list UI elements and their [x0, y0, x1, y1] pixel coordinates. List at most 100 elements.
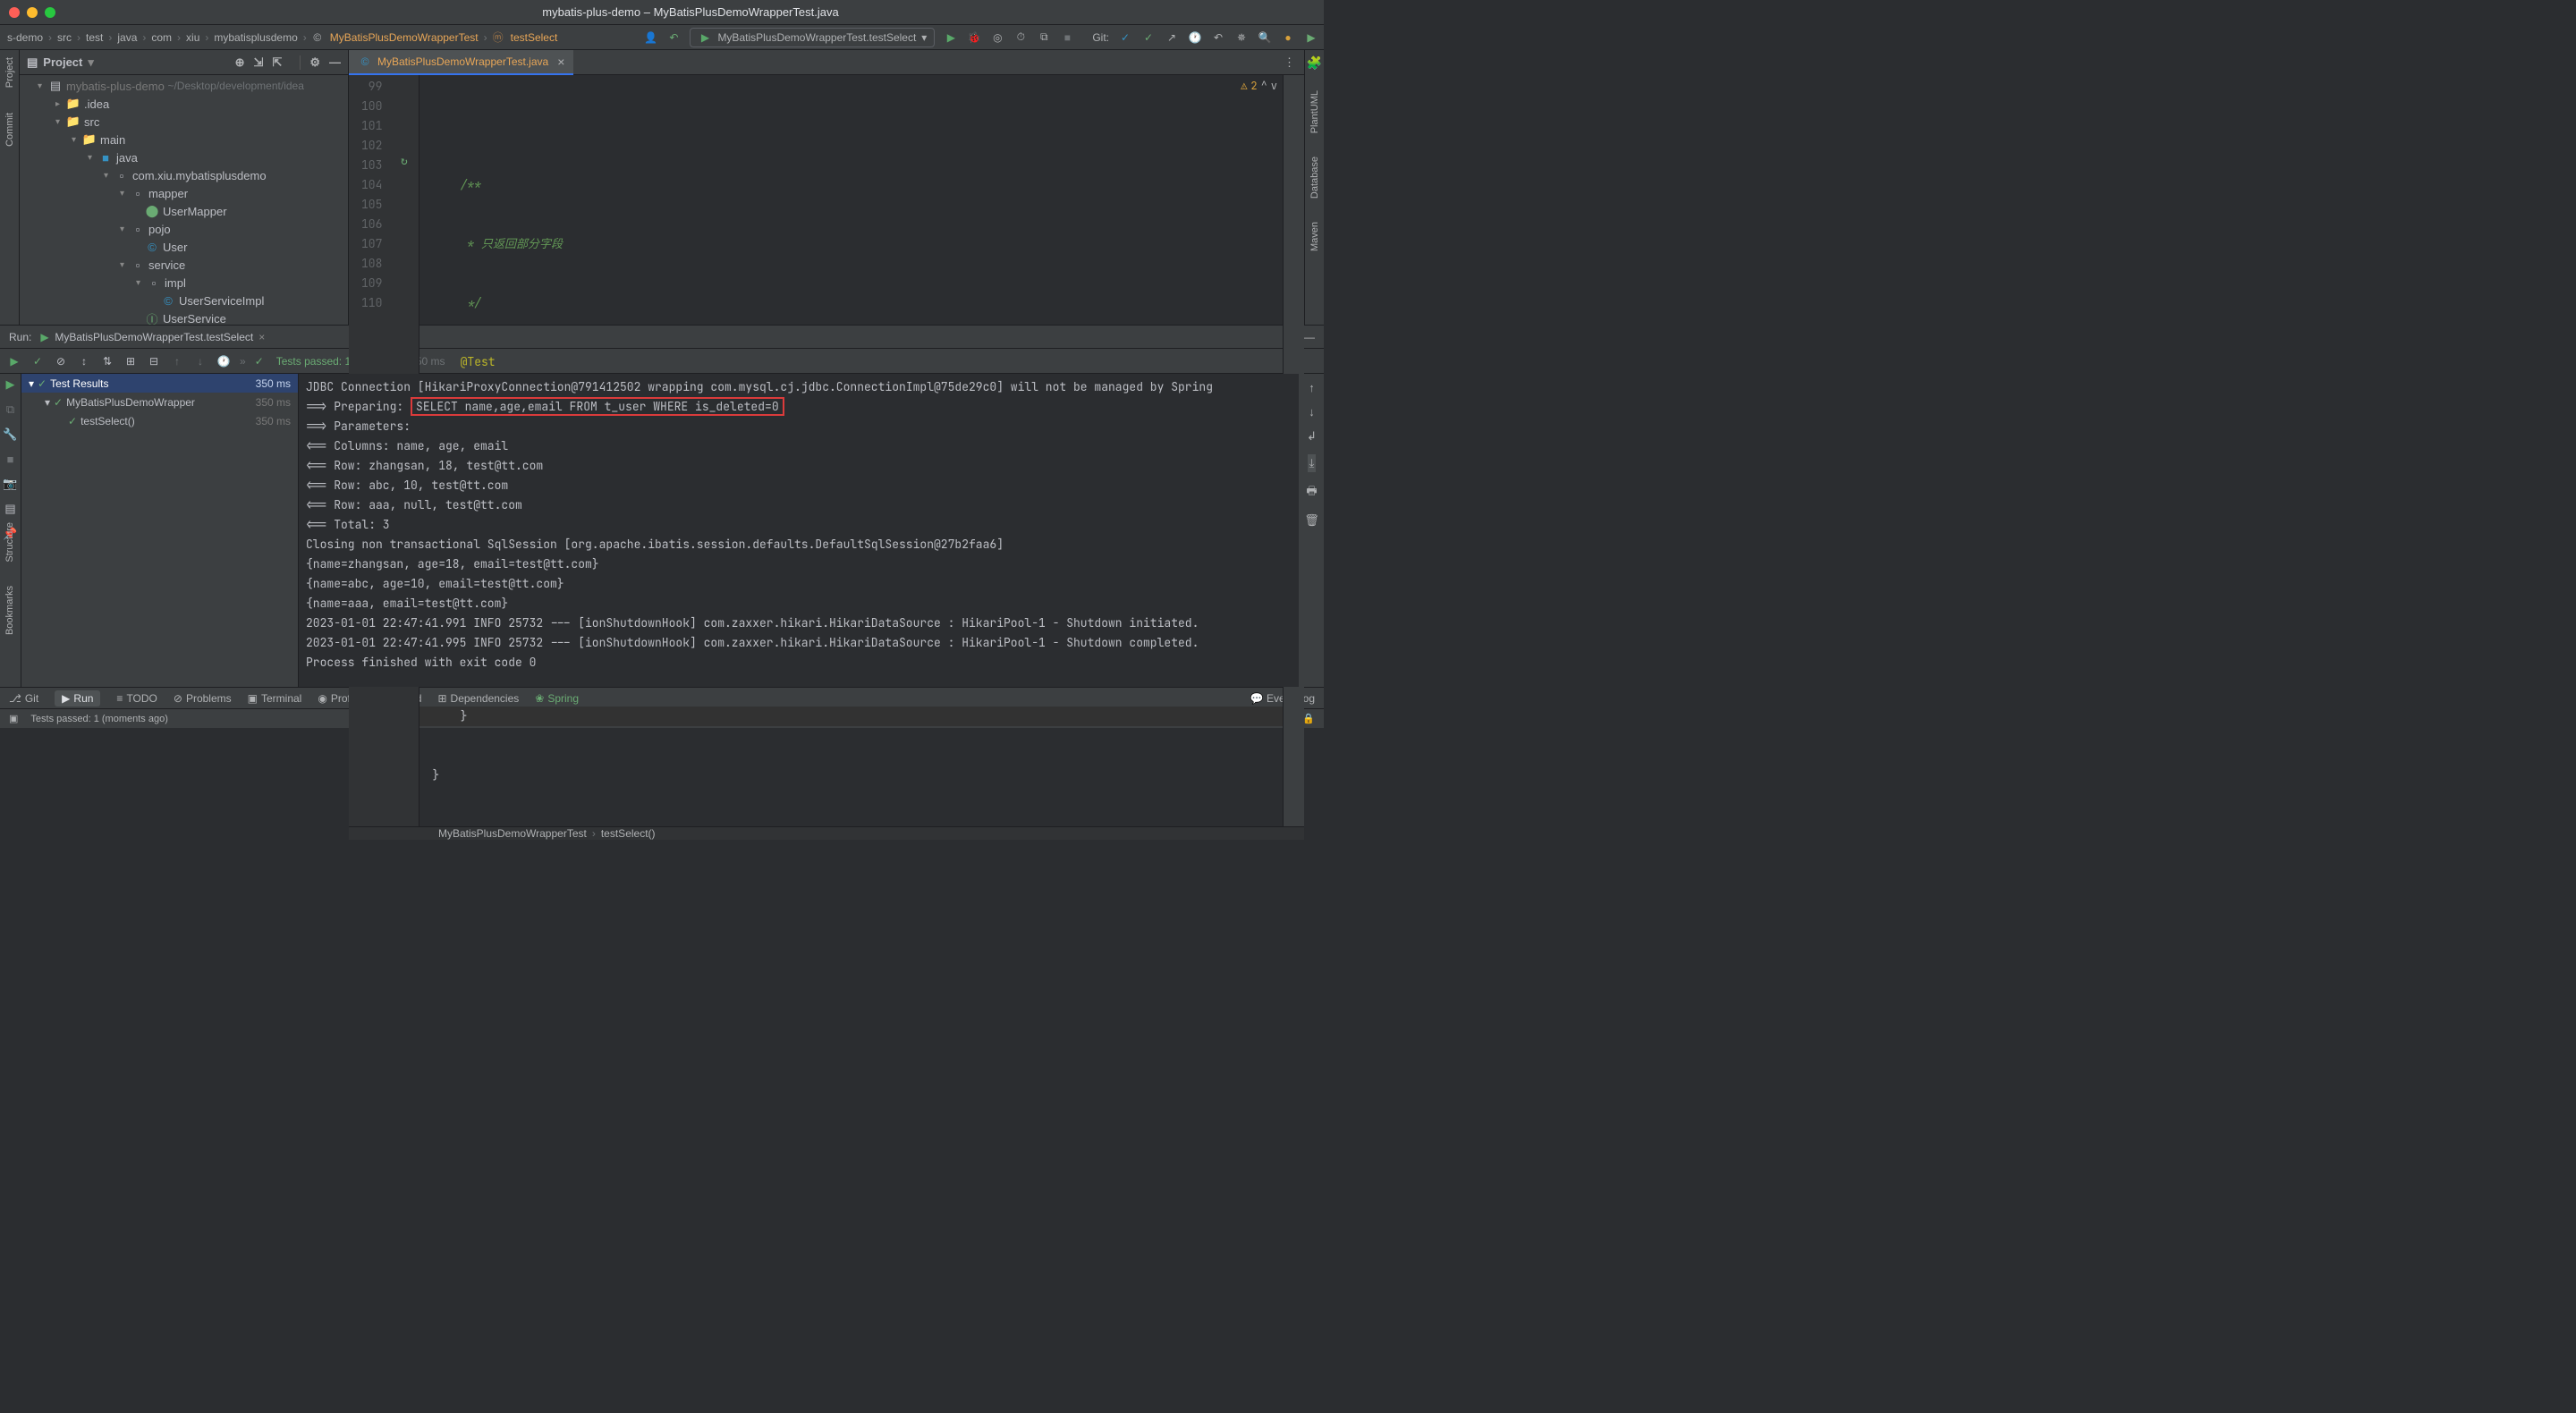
run-config-name: MyBatisPlusDemoWrapperTest.testSelect [55, 331, 253, 343]
maximize-window-icon[interactable] [45, 7, 55, 18]
translate-icon[interactable]: ✵ [1234, 30, 1249, 45]
close-icon[interactable]: × [258, 331, 265, 343]
sort-alpha-button[interactable]: ⇅ [100, 354, 114, 368]
stop-button[interactable]: ■ [1060, 30, 1074, 45]
coverage-button[interactable]: ◎ [990, 30, 1004, 45]
close-window-icon[interactable] [9, 7, 20, 18]
plantuml-icon[interactable]: 🧩 [1307, 55, 1322, 71]
hide-icon[interactable]: — [1304, 331, 1315, 343]
breadcrumb-item[interactable]: s-demo [5, 31, 45, 44]
stop-icon[interactable]: ⧉ [6, 402, 14, 417]
maven-tool-button[interactable]: Maven [1309, 218, 1320, 255]
breadcrumb-item[interactable]: xiu [184, 31, 201, 44]
git-history-icon[interactable]: 🕐 [1188, 30, 1202, 45]
wrap-icon[interactable]: ↲ [1307, 429, 1317, 444]
search-icon[interactable]: 🔍 [1258, 30, 1272, 45]
down-button[interactable]: ↓ [193, 354, 208, 368]
todo-tab[interactable]: ≡ TODO [116, 692, 157, 705]
breadcrumb-item[interactable]: test [84, 31, 105, 44]
test-results-tree[interactable]: ▾✓ Test Results350 ms ▾✓ MyBatisPlusDemo… [21, 374, 299, 687]
window-title: mybatis-plus-demo – MyBatisPlusDemoWrapp… [66, 5, 1315, 19]
git-rollback-icon[interactable]: ↶ [1211, 30, 1225, 45]
profile-button[interactable]: ⏱ [1013, 30, 1028, 45]
chevron-down-icon[interactable]: ▾ [88, 55, 94, 70]
breadcrumb-item[interactable]: java [115, 31, 139, 44]
test-results-root[interactable]: ▾✓ Test Results350 ms [21, 374, 298, 393]
plantuml-tool-button[interactable]: PlantUML [1309, 87, 1320, 137]
breadcrumb-item[interactable]: com [149, 31, 174, 44]
debug-button[interactable]: 🐞 [967, 30, 981, 45]
debug-icon[interactable]: 🔧 [3, 427, 17, 442]
run-tab[interactable]: ▶ Run [55, 690, 100, 706]
avatar-icon[interactable]: ● [1281, 30, 1295, 45]
scroll-icon[interactable]: ⤓ [1308, 454, 1317, 472]
minimize-window-icon[interactable] [27, 7, 38, 18]
clear-icon[interactable]: 🗑 [1304, 513, 1319, 528]
locate-icon[interactable]: ⊕ [235, 55, 245, 70]
problems-tab[interactable]: ⊘ Problems [174, 692, 232, 705]
ide-update-icon[interactable]: ▶ [1304, 30, 1318, 45]
status-icon[interactable]: ▣ [9, 713, 18, 724]
collapse-icon[interactable]: ⇱ [272, 55, 282, 70]
titlebar: mybatis-plus-demo – MyBatisPlusDemoWrapp… [0, 0, 1324, 25]
database-tool-button[interactable]: Database [1309, 153, 1320, 202]
terminal-tab[interactable]: ▣ Terminal [248, 692, 302, 705]
project-tree[interactable]: ▾▤mybatis-plus-demo ~/Desktop/developmen… [20, 75, 348, 325]
history-button[interactable]: 🕐 [216, 354, 231, 368]
rerun-icon[interactable]: ▶ [6, 377, 15, 392]
toggle-pass-button[interactable]: ✓ [30, 354, 45, 368]
run-button[interactable]: ▶ [944, 30, 958, 45]
run-tool-window: Run: ▶ MyBatisPlusDemoWrapperTest.testSe… [0, 325, 1324, 687]
console-output[interactable]: JDBC Connection [HikariProxyConnection@7… [299, 374, 1299, 687]
bookmarks-tool-button[interactable]: Bookmarks [4, 582, 15, 639]
git-push-icon[interactable]: ↗ [1165, 30, 1179, 45]
gear-icon[interactable]: ⚙ [300, 55, 320, 70]
run-configuration-selector[interactable]: ▶ MyBatisPlusDemoWrapperTest.testSelect … [690, 28, 935, 47]
expand-icon[interactable]: ⇲ [254, 55, 264, 70]
close-tab-icon[interactable]: × [557, 55, 564, 69]
structure-tool-button[interactable]: Structure [4, 519, 15, 566]
project-tool-button[interactable]: Project [4, 54, 15, 91]
collapse-button[interactable]: ⊟ [147, 354, 161, 368]
print-icon[interactable]: 🖶 [1306, 483, 1317, 503]
git-tab[interactable]: ⎇ Git [9, 692, 38, 705]
breadcrumb-class[interactable]: MyBatisPlusDemoWrapperTest [328, 31, 480, 44]
breadcrumb-method[interactable]: testSelect [509, 31, 560, 44]
tab-label: MyBatisPlusDemoWrapperTest.java [377, 55, 548, 68]
tree-item: ▾▫impl [20, 274, 348, 292]
attach-button[interactable]: ⧉ [1037, 30, 1051, 45]
expand-button[interactable]: ⊞ [123, 354, 138, 368]
test-method-node[interactable]: ✓ testSelect()350 ms [21, 411, 298, 430]
layout-icon[interactable]: ▤ [4, 502, 15, 516]
commit-tool-button[interactable]: Commit [4, 109, 15, 150]
hide-icon[interactable]: — [329, 55, 341, 70]
navigation-bar: s-demo› src› test› java› com› xiu› mybat… [0, 25, 1324, 50]
editor-tab-active[interactable]: © MyBatisPlusDemoWrapperTest.java × [349, 50, 573, 75]
class-icon: © [310, 30, 325, 45]
breadcrumb-class[interactable]: MyBatisPlusDemoWrapperTest [438, 827, 587, 840]
git-commit-icon[interactable]: ✓ [1141, 30, 1156, 45]
breadcrumb-item[interactable]: mybatisplusdemo [212, 31, 299, 44]
tree-item: ▾📁src [20, 113, 348, 131]
inspection-badge[interactable]: ⚠ 2 ^ v [1241, 79, 1277, 93]
rerun-button[interactable]: ▶ [7, 354, 21, 368]
tree-item: ▾■java [20, 148, 348, 166]
breadcrumb-item[interactable]: src [55, 31, 73, 44]
camera-icon[interactable]: 📷 [3, 477, 17, 491]
user-icon[interactable]: 👤 [643, 30, 657, 45]
git-update-icon[interactable]: ✓ [1118, 30, 1132, 45]
right-tool-strip: 🧩 PlantUML Database Maven [1304, 50, 1324, 325]
project-panel-header: ▤ Project ▾ ⊕ ⇲ ⇱ ⚙ — [20, 50, 348, 75]
test-class-node[interactable]: ▾✓ MyBatisPlusDemoWrapper350 ms [21, 393, 298, 411]
up-arrow-icon[interactable]: ↑ [1309, 381, 1315, 394]
breadcrumb-method[interactable]: testSelect() [601, 827, 656, 840]
toggle-ignore-button[interactable]: ⊘ [54, 354, 68, 368]
down-arrow-icon[interactable]: ↓ [1309, 405, 1315, 419]
up-button[interactable]: ↑ [170, 354, 184, 368]
tree-item: ▸📁.idea [20, 95, 348, 113]
sort-button[interactable]: ↕ [77, 354, 91, 368]
more-icon[interactable]: ⋮ [1284, 55, 1295, 69]
stop2-icon[interactable]: ■ [7, 453, 14, 466]
lock-icon[interactable]: 🔒 [1302, 713, 1315, 724]
back-icon[interactable]: ↶ [666, 30, 681, 45]
